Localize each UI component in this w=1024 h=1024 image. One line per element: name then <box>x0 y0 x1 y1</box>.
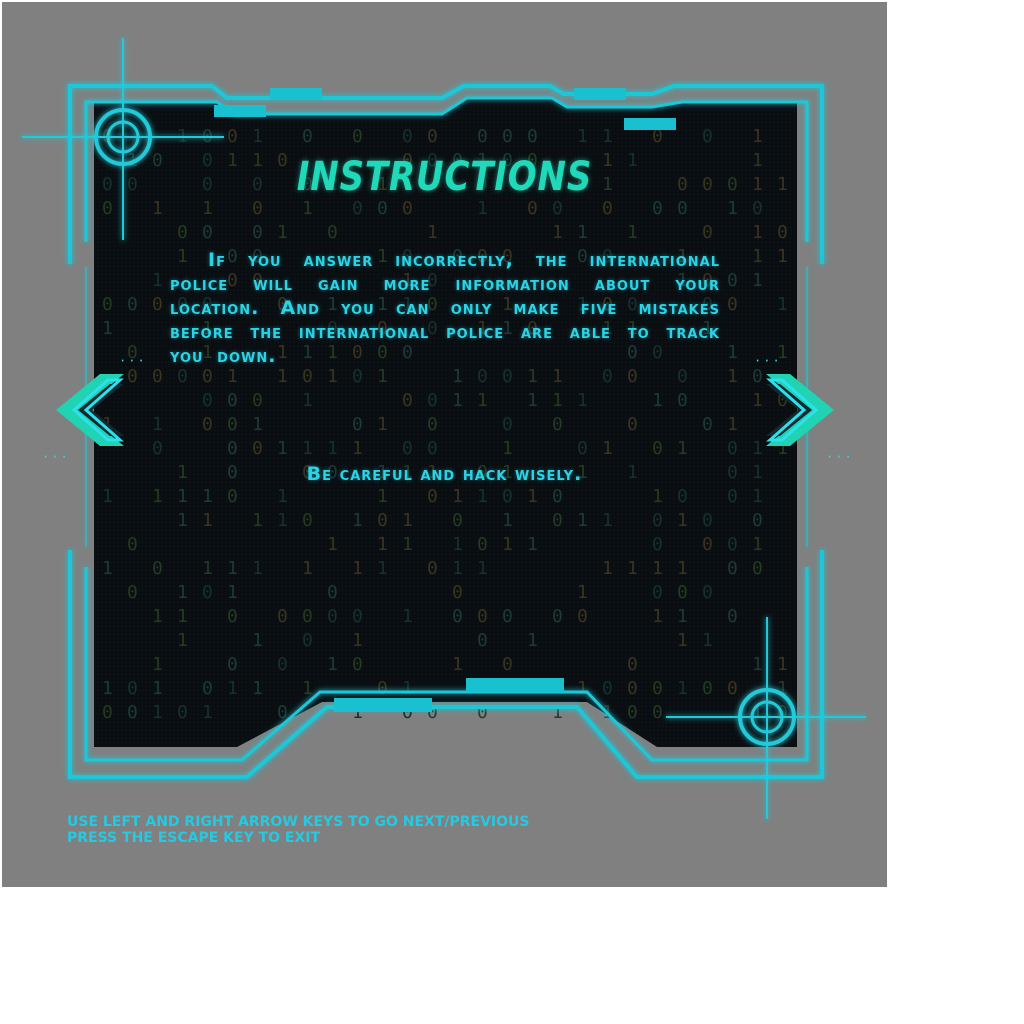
navigation-hint: USE LEFT AND RIGHT ARROW KEYS TO GO NEXT… <box>67 814 530 830</box>
decorative-dots: ··· <box>754 354 782 368</box>
instructions-screen: INSTRUCTIONS If you answer incorrectly, … <box>2 2 887 887</box>
chevron-left-icon <box>56 374 124 446</box>
previous-button[interactable] <box>52 370 128 450</box>
next-button[interactable] <box>762 370 838 450</box>
tagline-text: Be careful and hack wisely. <box>306 463 583 485</box>
chevron-right-icon <box>766 374 834 446</box>
decorative-dots: ··· <box>42 450 70 464</box>
decorative-dots: ··· <box>826 450 854 464</box>
exit-hint: PRESS THE ESCAPE KEY TO EXIT <box>67 830 321 846</box>
decorative-dots: ··· <box>119 354 147 368</box>
instructions-text: If you answer incorrectly, the internati… <box>170 249 720 367</box>
page-title: INSTRUCTIONS <box>296 154 593 200</box>
game-screen: 0100100000001100110011000010011100000110… <box>2 2 887 887</box>
